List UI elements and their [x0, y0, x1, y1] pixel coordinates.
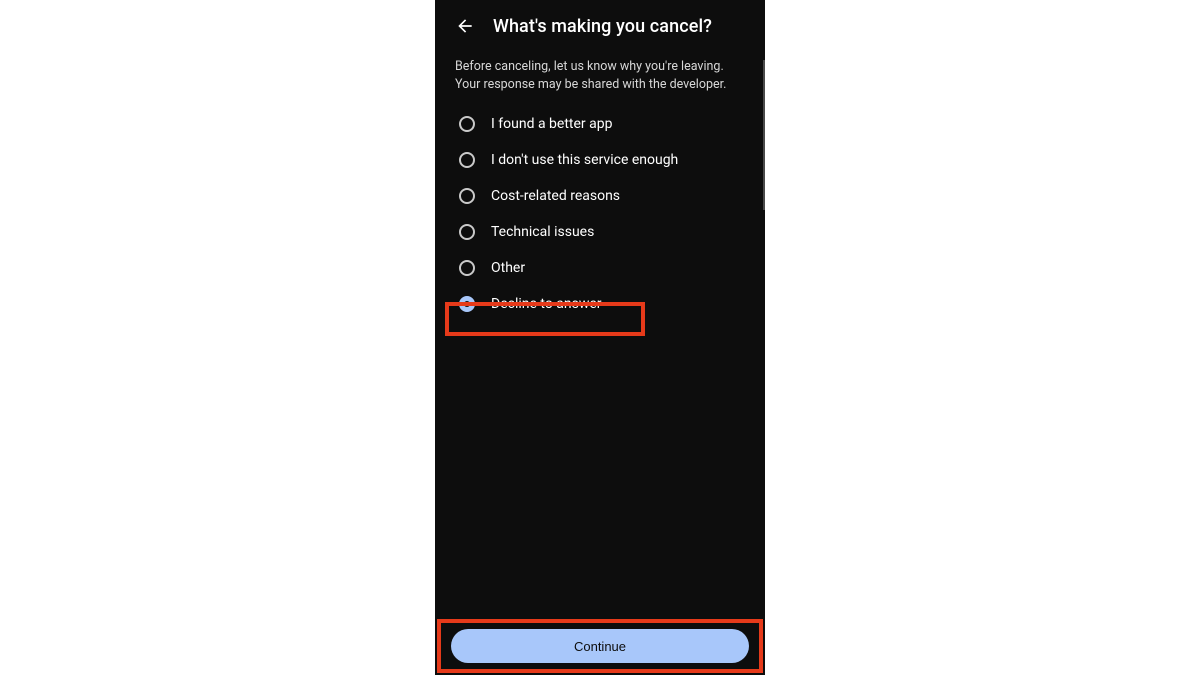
- radio-icon: [459, 116, 475, 132]
- footer: Continue: [435, 619, 765, 675]
- option-decline-to-answer[interactable]: Decline to answer: [435, 286, 765, 322]
- option-other[interactable]: Other: [435, 250, 765, 286]
- continue-button-label: Continue: [574, 639, 626, 654]
- option-cost-related[interactable]: Cost-related reasons: [435, 178, 765, 214]
- option-technical-issues[interactable]: Technical issues: [435, 214, 765, 250]
- header-bar: What's making you cancel?: [435, 0, 765, 48]
- option-label: Decline to answer: [491, 296, 602, 312]
- option-dont-use-enough[interactable]: I don't use this service enough: [435, 142, 765, 178]
- option-label: Cost-related reasons: [491, 188, 620, 204]
- radio-icon: [459, 224, 475, 240]
- option-label: I found a better app: [491, 116, 612, 132]
- scrollbar-indicator: [763, 60, 765, 210]
- radio-icon: [459, 188, 475, 204]
- description-text: Before canceling, let us know why you're…: [435, 48, 765, 106]
- continue-button[interactable]: Continue: [451, 629, 749, 663]
- cancel-survey-screen: What's making you cancel? Before canceli…: [435, 0, 765, 675]
- back-arrow-icon[interactable]: [453, 14, 477, 38]
- cancellation-reason-list: I found a better app I don't use this se…: [435, 106, 765, 322]
- option-better-app[interactable]: I found a better app: [435, 106, 765, 142]
- radio-icon-selected: [459, 296, 475, 312]
- option-label: Technical issues: [491, 224, 594, 240]
- page-title: What's making you cancel?: [493, 16, 712, 37]
- option-label: I don't use this service enough: [491, 152, 678, 168]
- radio-icon: [459, 152, 475, 168]
- radio-icon: [459, 260, 475, 276]
- highlight-annotation-continue: Continue: [437, 619, 763, 673]
- option-label: Other: [491, 260, 525, 276]
